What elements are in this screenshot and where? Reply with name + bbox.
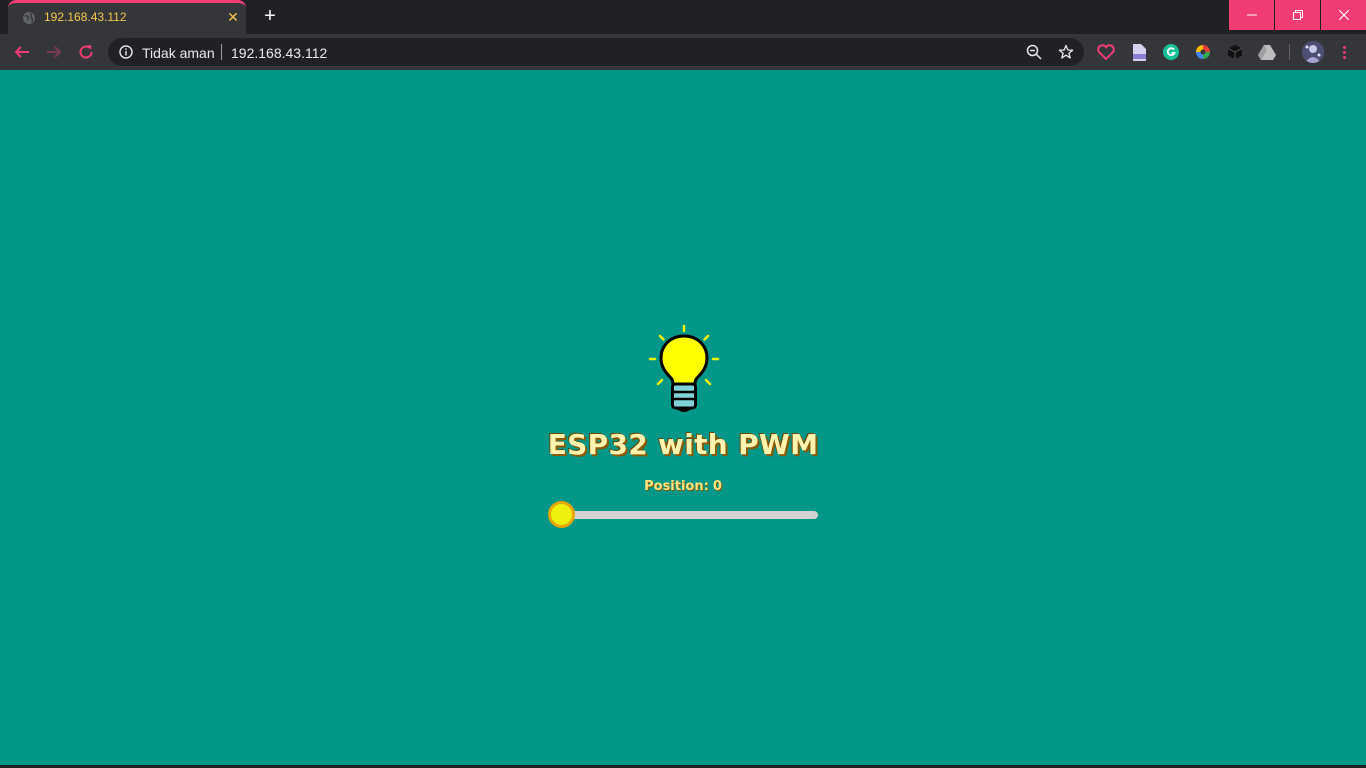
restore-button[interactable] (1275, 0, 1320, 30)
toolbar-divider (1289, 44, 1290, 60)
reload-icon (79, 45, 93, 59)
menu-dot (1342, 55, 1346, 59)
grammarly-icon[interactable] (1162, 43, 1180, 61)
url-text[interactable]: 192.168.43.112 (231, 45, 327, 61)
restore-icon (1292, 10, 1303, 20)
browser-menu-button[interactable] (1336, 42, 1352, 62)
page-content: ESP32 with PWM Position: 0 (0, 70, 1366, 768)
zoom-out-icon[interactable] (1026, 44, 1042, 60)
profile-avatar[interactable] (1302, 41, 1324, 63)
reload-button[interactable] (74, 40, 98, 64)
info-icon[interactable] (119, 45, 133, 59)
address-bar[interactable]: Tidak aman 192.168.43.112 (108, 38, 1084, 66)
heart-icon[interactable] (1097, 43, 1115, 61)
arrow-left-icon (14, 46, 29, 58)
pwm-slider[interactable] (550, 511, 818, 519)
back-button[interactable] (10, 40, 34, 64)
forward-button[interactable] (42, 40, 66, 64)
arrow-right-icon (47, 46, 62, 58)
pdf-icon[interactable] (1130, 43, 1148, 61)
position-value: 0 (712, 479, 722, 494)
globe-icon (23, 12, 35, 24)
security-status[interactable]: Tidak aman (142, 45, 215, 61)
window-close-button[interactable] (1321, 0, 1366, 30)
slider-thumb[interactable] (548, 501, 575, 528)
tab-title: 192.168.43.112 (44, 10, 127, 24)
avatar-icon (1302, 41, 1324, 63)
cube-icon[interactable] (1226, 43, 1244, 61)
new-tab-button[interactable]: + (259, 6, 281, 28)
color-wheel-icon[interactable] (1194, 43, 1212, 61)
position-label: Position: (644, 479, 709, 494)
menu-dot (1342, 45, 1346, 49)
tab-strip: 192.168.43.112 ✕ + (0, 0, 1366, 34)
minimize-button[interactable] (1229, 0, 1274, 30)
tab-active[interactable]: 192.168.43.112 ✕ (8, 0, 246, 34)
drive-icon[interactable] (1258, 43, 1276, 61)
tab-close-icon[interactable]: ✕ (224, 8, 242, 26)
bookmark-star-icon[interactable] (1058, 44, 1074, 60)
close-icon (1338, 10, 1349, 20)
menu-dot (1342, 50, 1346, 54)
omnibox-divider (221, 44, 222, 60)
browser-toolbar: Tidak aman 192.168.43.112 (0, 34, 1366, 70)
minimize-icon (1246, 14, 1257, 16)
lightbulb-icon (648, 324, 720, 412)
page-title: ESP32 with PWM (547, 428, 819, 461)
position-readout: Position: 0 (0, 479, 1366, 494)
